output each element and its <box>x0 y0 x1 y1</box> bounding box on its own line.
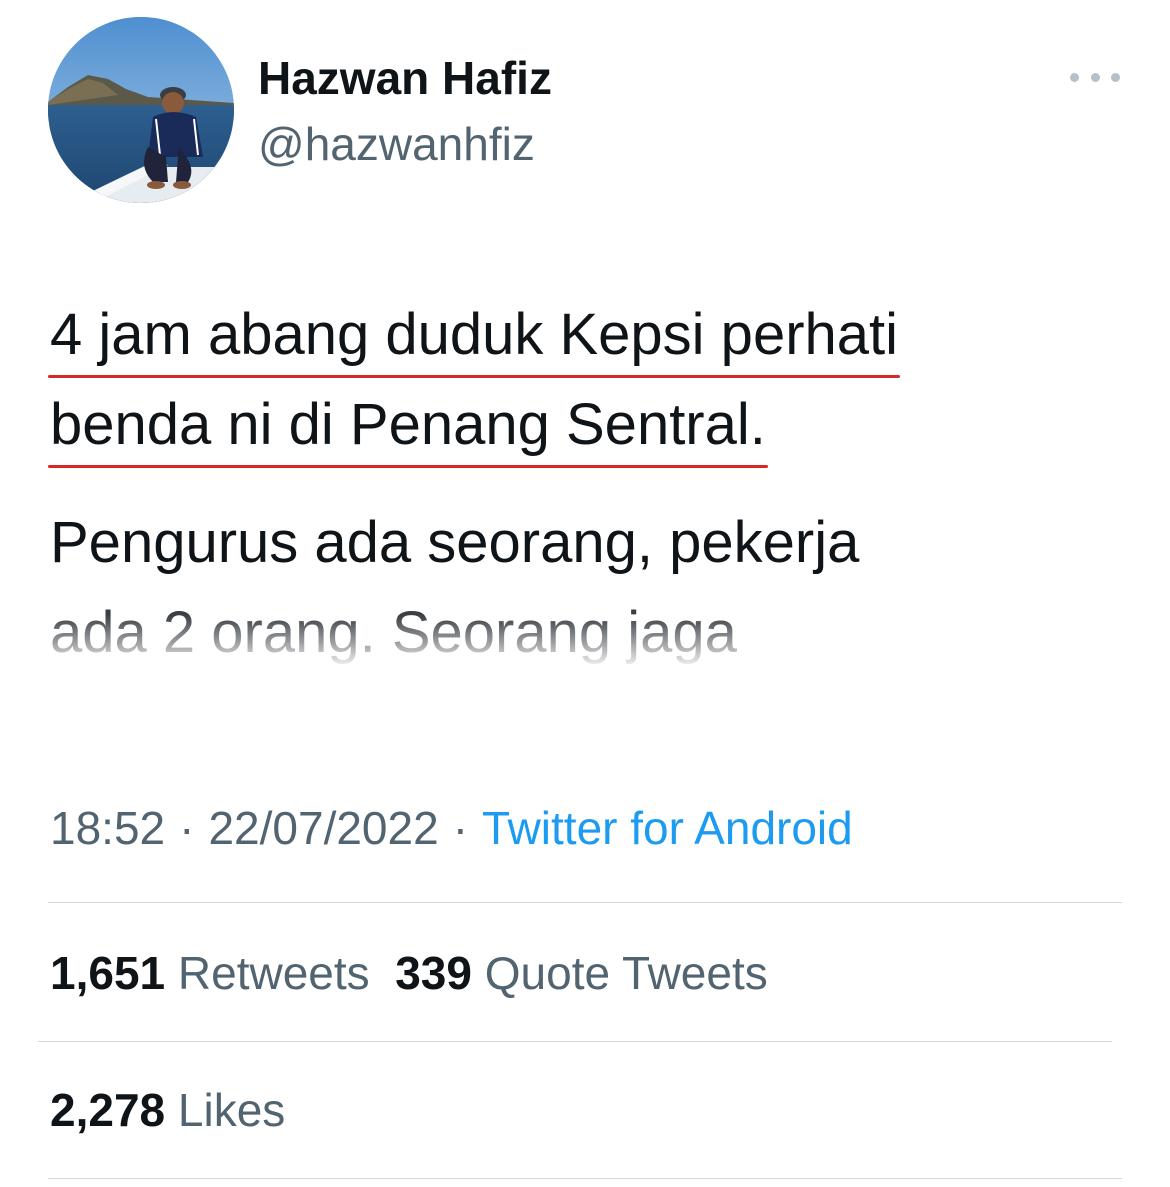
tweet-time[interactable]: 18:52 <box>50 802 165 854</box>
tweet-text-line: 4 jam abang duduk Kepsi perhati <box>47 290 1130 380</box>
highlighted-text: 4 jam abang duduk Kepsi perhati <box>47 290 901 380</box>
likes-count: 2,278 <box>50 1084 166 1136</box>
engagement-row: 1,651 Retweets 339 Quote Tweets <box>50 945 768 1001</box>
more-options-button[interactable] <box>1070 60 1120 94</box>
tweet-text-line-faded: ada 2 orang. Seorang jaga <box>50 600 737 665</box>
tweet-text: 4 jam abang duduk Kepsi perhati benda ni… <box>47 290 1130 678</box>
separator: · <box>179 802 195 854</box>
more-horizontal-icon <box>1090 72 1100 82</box>
divider <box>48 1178 1122 1179</box>
likes-stat[interactable]: 2,278 Likes <box>50 1084 285 1136</box>
highlighted-text: benda ni di Penang Sentral. <box>48 380 768 470</box>
likes-label: Likes <box>177 1084 286 1136</box>
more-horizontal-icon <box>1070 72 1079 82</box>
separator: · <box>452 802 469 854</box>
tweet-date[interactable]: 22/07/2022 <box>208 802 438 854</box>
author-display-name[interactable]: Hazwan Hafiz <box>258 50 552 106</box>
retweets-count: 1,651 <box>50 947 166 999</box>
tweet-text-line: benda ni di Penang Sentral. <box>48 380 1130 470</box>
divider <box>38 1041 1112 1042</box>
more-horizontal-icon <box>1111 72 1120 82</box>
quote-tweets-stat[interactable]: 339 Quote Tweets <box>395 947 768 999</box>
quote-tweets-label: Quote Tweets <box>484 947 768 999</box>
author-handle[interactable]: @hazwanhfiz <box>258 116 535 172</box>
retweets-stat[interactable]: 1,651 Retweets <box>50 947 370 999</box>
avatar-photo <box>48 17 234 203</box>
avatar[interactable] <box>48 17 234 203</box>
likes-row: 2,278 Likes <box>50 1082 285 1138</box>
quote-tweets-count: 339 <box>395 947 472 999</box>
tweet-source-link[interactable]: Twitter for Android <box>482 802 853 854</box>
tweet-text-line: Pengurus ada seorang, pekerja <box>50 510 860 575</box>
divider <box>48 902 1122 903</box>
tweet-metadata: 18:52 · 22/07/2022 · Twitter for Android <box>50 800 853 856</box>
retweets-label: Retweets <box>177 947 370 999</box>
